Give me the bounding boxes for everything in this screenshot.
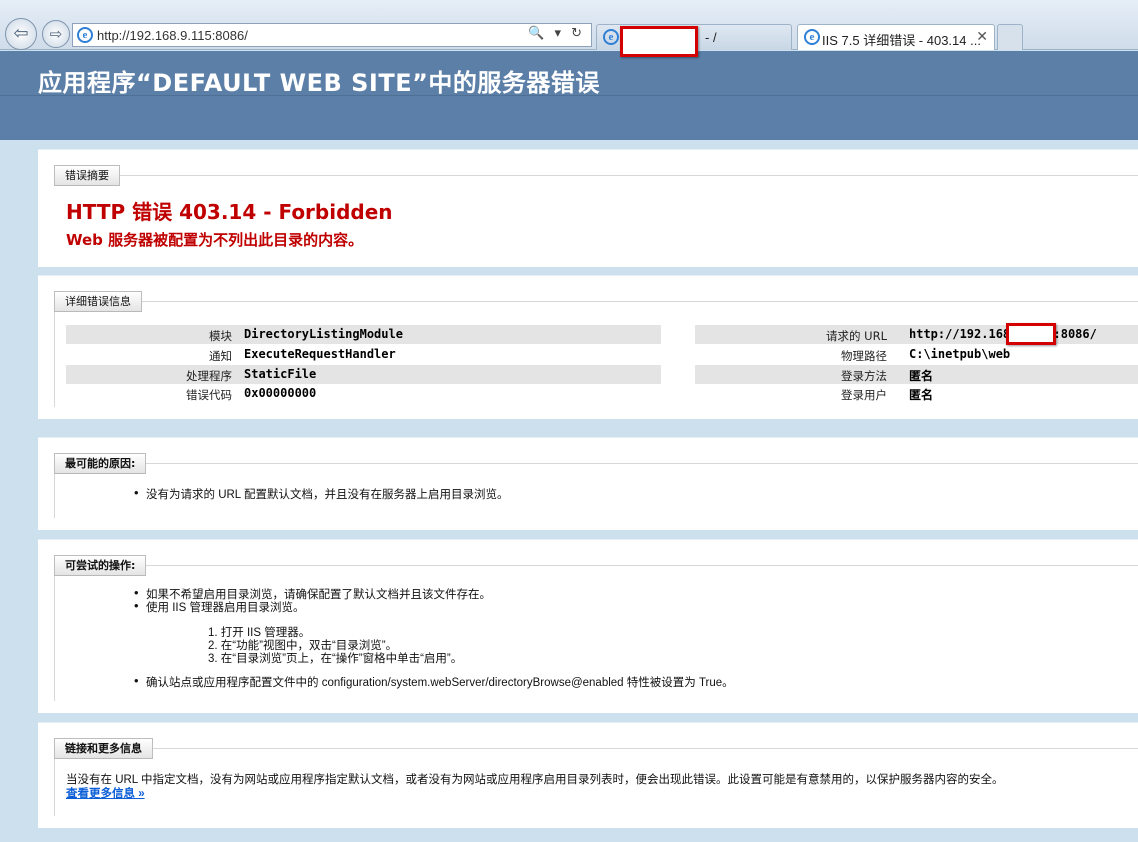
detail-value: StaticFile xyxy=(244,367,317,381)
suggested-actions-section: 可尝试的操作: 如果不希望启用目录浏览，请确保配置了默认文档并且该文件存在。 使… xyxy=(38,539,1138,713)
likely-cause-section: 最可能的原因: 没有为请求的 URL 配置默认文档，并且没有在服务器上启用目录浏… xyxy=(38,437,1138,530)
section-legend: 可尝试的操作: xyxy=(54,555,147,576)
detail-row: 登录方法 匿名 xyxy=(695,365,1138,384)
divider xyxy=(54,748,1138,749)
back-button[interactable]: ⇦ xyxy=(5,18,37,50)
ie-icon: e xyxy=(603,29,619,45)
divider xyxy=(54,565,1138,566)
page-header: 应用程序“DEFAULT WEB SITE”中的服务器错误 xyxy=(0,51,1138,140)
forward-button[interactable]: ⇨ xyxy=(42,20,70,48)
detail-row: 登录用户 匿名 xyxy=(695,384,1138,403)
error-title: HTTP 错误 403.14 - Forbidden xyxy=(66,200,393,224)
detail-value: ExecuteRequestHandler xyxy=(244,347,396,361)
address-text[interactable]: http://192.168.9.115:8086/ xyxy=(97,28,248,43)
search-refresh-icons[interactable]: 🔍 ▾ ↻ xyxy=(528,26,585,41)
detail-key: 登录方法 xyxy=(841,369,887,383)
browser-chrome: ⇦ ⇨ e http://192.168.9.115:8086/ 🔍 ▾ ↻ e… xyxy=(0,0,1138,50)
redaction-box xyxy=(1006,323,1056,345)
links-section: 链接和更多信息 当没有在 URL 中指定文档，没有为网站或应用程序指定默认文档，… xyxy=(38,722,1138,828)
tab-active[interactable]: e IIS 7.5 详细错误 - 403.14 ... ✕ xyxy=(797,24,995,50)
detail-row: 通知 ExecuteRequestHandler xyxy=(66,345,661,364)
divider xyxy=(54,175,1138,176)
detail-row: 错误代码 0x00000000 xyxy=(66,384,661,403)
divider xyxy=(54,463,1138,464)
detail-key: 物理路径 xyxy=(841,349,887,363)
error-detail-section: 详细错误信息 模块 DirectoryListingModule 通知 Exec… xyxy=(38,275,1138,419)
detail-key: 通知 xyxy=(209,349,232,363)
divider xyxy=(54,301,1138,302)
list-item: 没有为请求的 URL 配置默认文档，并且没有在服务器上启用目录浏览。 xyxy=(134,485,508,502)
address-bar[interactable]: e http://192.168.9.115:8086/ 🔍 ▾ ↻ xyxy=(72,23,592,47)
ie-icon: e xyxy=(77,27,93,43)
detail-key: 请求的 URL xyxy=(826,329,887,343)
detail-row: 处理程序 StaticFile xyxy=(66,365,661,384)
forward-arrow-icon: ⇨ xyxy=(49,25,63,43)
detail-key: 模块 xyxy=(209,329,232,343)
tab-title: - / xyxy=(705,30,717,45)
detail-key: 处理程序 xyxy=(186,369,232,383)
detail-value: 匿名 xyxy=(909,369,934,383)
section-legend: 最可能的原因: xyxy=(54,453,147,474)
ie-icon: e xyxy=(804,29,820,45)
info-text: 当没有在 URL 中指定文档，没有为网站或应用程序指定默认文档，或者没有为网站或… xyxy=(66,774,1004,786)
detail-value: DirectoryListingModule xyxy=(244,327,403,341)
more-info-link[interactable]: 查看更多信息 » xyxy=(66,785,145,801)
redaction-box xyxy=(620,26,698,57)
list-item: 使用 IIS 管理器启用目录浏览。 xyxy=(134,598,304,615)
close-icon[interactable]: ✕ xyxy=(976,28,988,45)
detail-row: 物理路径 C:\inetpub\web xyxy=(695,345,1138,364)
detail-row: 模块 DirectoryListingModule xyxy=(66,325,661,344)
detail-row: 请求的 URL http://192.168.9.115:8086/ xyxy=(695,325,1138,344)
detail-value: 0x00000000 xyxy=(244,386,317,400)
detail-value: 匿名 xyxy=(909,388,934,402)
detail-key: 登录用户 xyxy=(841,388,887,402)
list-item: 确认站点或应用程序配置文件中的 configuration/system.web… xyxy=(134,673,734,690)
back-arrow-icon: ⇦ xyxy=(13,23,29,44)
error-summary-section: 错误摘要 HTTP 错误 403.14 - Forbidden Web 服务器被… xyxy=(38,149,1138,267)
section-legend: 详细错误信息 xyxy=(54,291,142,312)
tab-title: IIS 7.5 详细错误 - 403.14 ... xyxy=(822,33,981,48)
new-tab-button[interactable] xyxy=(997,24,1023,50)
detail-value: http://192.168.9.115:8086/ xyxy=(909,327,1097,341)
step-item: 3. 在“目录浏览”页上，在“操作”窗格中单击“启用”。 xyxy=(208,653,463,665)
divider xyxy=(54,301,55,407)
error-description: Web 服务器被配置为不列出此目录的内容。 xyxy=(66,231,364,249)
detail-key: 错误代码 xyxy=(186,388,232,402)
divider xyxy=(54,565,55,701)
section-legend: 链接和更多信息 xyxy=(54,738,153,759)
page-title: 应用程序“DEFAULT WEB SITE”中的服务器错误 xyxy=(38,69,600,97)
section-legend: 错误摘要 xyxy=(54,165,120,186)
header-bottom-band xyxy=(0,96,1138,140)
detail-value: C:\inetpub\web xyxy=(909,347,1011,361)
